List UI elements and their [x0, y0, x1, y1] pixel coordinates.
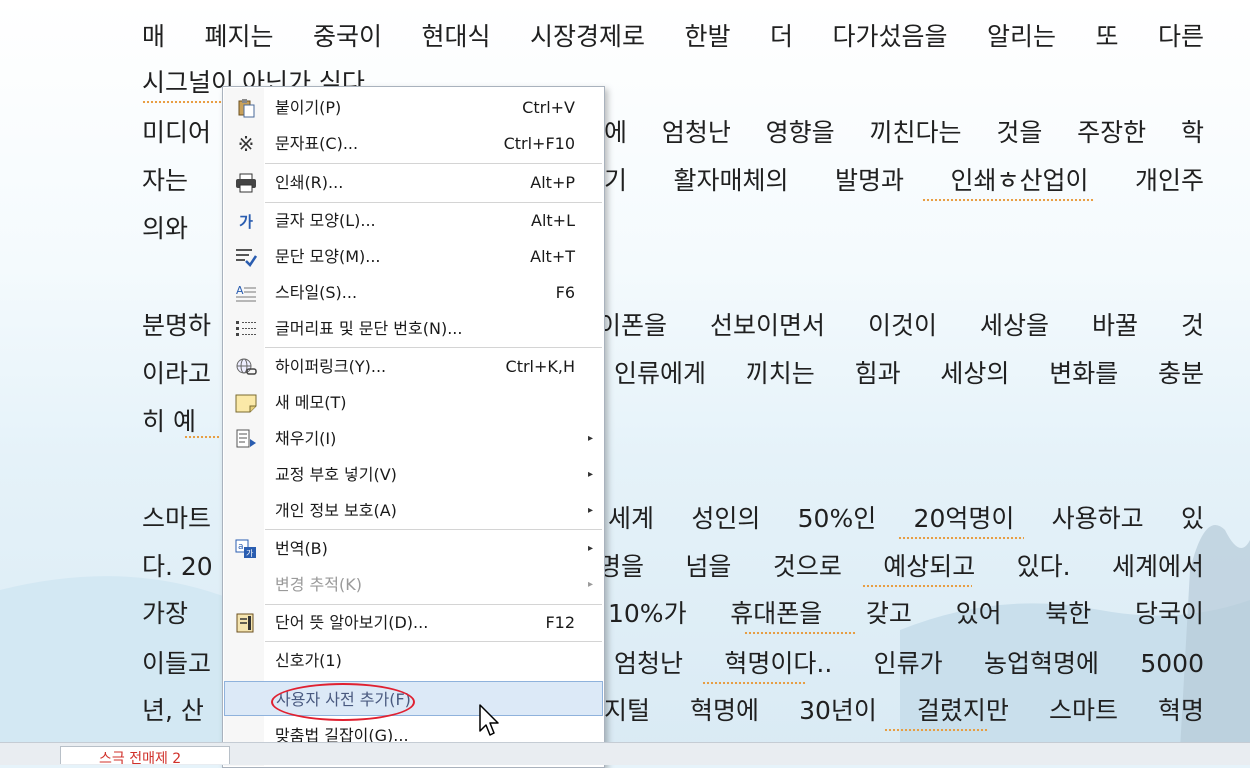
doc-line: 세계 성인의 50%인 20억명이 사용하고 있	[608, 504, 1204, 533]
doc-line: 에 엄청난 영향을 끼친다는 것을 주장한 학	[604, 118, 1204, 147]
char-shape-icon: 가	[239, 212, 253, 231]
menu-item-label: 문단 모양(M)...	[275, 247, 381, 266]
menu-item-privacy[interactable]: 개인 정보 보호(A) ▸	[224, 493, 603, 528]
menu-item-char-shape[interactable]: 가 글자 모양(L)... Alt+L	[224, 203, 603, 238]
style-icon: A	[234, 282, 258, 304]
menu-item-shortcut: Alt+T	[530, 247, 575, 266]
spelling-underline	[184, 436, 220, 439]
menu-item-label: 하이퍼링크(Y)...	[275, 357, 387, 376]
submenu-arrow-icon: ▸	[587, 579, 593, 590]
menu-item-shortcut: Alt+L	[531, 211, 575, 230]
menu-item-label: 문자표(C)...	[275, 134, 359, 153]
submenu-arrow-icon: ▸	[587, 505, 593, 516]
dictionary-icon	[234, 612, 258, 634]
doc-line: 스마트	[142, 504, 212, 533]
translate-icon: a가	[234, 538, 258, 560]
menu-item-print[interactable]: 인쇄(R)... Alt+P	[224, 165, 603, 200]
document-tab[interactable]: 스극 전매제 2	[60, 746, 230, 764]
menu-separator	[265, 529, 602, 530]
hyperlink-icon	[234, 356, 258, 378]
menu-item-paste[interactable]: 붙이기(P) Ctrl+V	[224, 90, 603, 125]
document-tab-label: 스극 전매제 2	[99, 751, 182, 764]
menu-item-label: 변경 추적(K)	[275, 575, 362, 594]
submenu-arrow-icon: ▸	[587, 469, 593, 480]
menu-item-para-shape[interactable]: 문단 모양(M)... Alt+T	[224, 239, 603, 274]
doc-line: 이들고	[142, 649, 212, 678]
menu-item-new-memo[interactable]: 새 메모(T)	[224, 385, 603, 420]
doc-line: 매 폐지는 중국이 현대식 시장경제로 한발 더 다가섰음을 알리는 또 다른	[142, 22, 1204, 51]
menu-item-label: 단어 뜻 알아보기(D)...	[275, 613, 429, 632]
svg-text:가: 가	[246, 549, 254, 558]
menu-item-label: 글머리표 및 문단 번호(N)...	[275, 319, 463, 338]
doc-line: 10%가 휴대폰을 갖고 있어 북한 당국이	[608, 599, 1204, 628]
printer-icon	[234, 172, 258, 194]
menu-item-label: 신호가(1)	[275, 651, 342, 670]
menu-item-shortcut: Ctrl+F10	[503, 134, 575, 153]
menu-item-shortcut: F12	[545, 613, 575, 632]
menu-item-shortcut: Ctrl+K,H	[505, 357, 575, 376]
doc-line: 이폰을 선보이면서 이것이 세상을 바꿀 것	[598, 311, 1204, 340]
menu-separator	[265, 347, 602, 348]
menu-item-word-lookup[interactable]: 단어 뜻 알아보기(D)... F12	[224, 605, 603, 640]
doc-line: 지털 혁명에 30년이 걸렸지만 스마트 혁명	[604, 696, 1204, 725]
fill-icon	[234, 428, 258, 450]
spelling-underline	[898, 537, 1024, 540]
symbol-icon: ※	[237, 132, 255, 156]
spelling-underline	[922, 199, 1094, 202]
spelling-underline	[744, 632, 856, 635]
menu-item-label: 글자 모양(L)...	[275, 211, 376, 230]
doc-line: 다. 20	[142, 552, 213, 581]
menu-item-label: 채우기(I)	[275, 429, 337, 448]
menu-item-track-changes: 변경 추적(K) ▸	[224, 567, 603, 602]
memo-icon	[234, 392, 258, 414]
para-shape-icon	[234, 246, 258, 268]
spelling-underline	[884, 729, 988, 732]
menu-item-label: 인쇄(R)...	[275, 173, 344, 192]
doc-line: 분명하	[142, 311, 212, 340]
doc-line: 기 활자매체의 발명과 인쇄ㅎ산업이 개인주	[604, 166, 1204, 195]
doc-line: 자는	[142, 166, 189, 195]
menu-item-bullets[interactable]: 글머리표 및 문단 번호(N)...	[224, 311, 603, 346]
doc-line: 년, 산	[142, 696, 204, 725]
doc-line: 의와	[142, 214, 189, 243]
spelling-underline	[142, 101, 222, 104]
svg-text:a: a	[238, 542, 244, 552]
mouse-cursor-icon	[479, 704, 499, 736]
menu-item-label: 번역(B)	[275, 539, 328, 558]
menu-item-shortcut: Ctrl+V	[522, 98, 575, 117]
doc-line: 엄청난 혁명이다.. 인류가 농업혁명에 5000	[614, 649, 1204, 678]
menu-item-shortcut: F6	[555, 283, 575, 302]
doc-line: 명을 넘을 것으로 예상되고 있다. 세계에서	[598, 552, 1204, 581]
menu-item-label: 개인 정보 보호(A)	[275, 501, 397, 520]
menu-item-label: 새 메모(T)	[275, 393, 347, 412]
menu-item-symbol[interactable]: ※ 문자표(C)... Ctrl+F10	[224, 126, 603, 161]
menu-item-suggestion[interactable]: 신호가(1)	[224, 643, 603, 678]
context-menu: 붙이기(P) Ctrl+V ※ 문자표(C)... Ctrl+F10 인쇄(R)…	[222, 86, 605, 768]
annotation-circle	[271, 683, 415, 721]
doc-line: 인류에게 끼치는 힘과 세상의 변화를 충분	[614, 359, 1204, 388]
menu-item-label: 붙이기(P)	[275, 98, 342, 117]
spelling-underline	[702, 682, 806, 685]
submenu-arrow-icon: ▸	[587, 433, 593, 444]
paste-icon	[234, 97, 258, 119]
svg-text:A: A	[236, 284, 244, 297]
menu-separator	[265, 641, 602, 642]
menu-separator	[265, 163, 602, 164]
bullet-list-icon	[234, 318, 258, 340]
menu-item-label: 교정 부호 넣기(V)	[275, 465, 397, 484]
submenu-arrow-icon: ▸	[587, 543, 593, 554]
doc-line: 미디어	[142, 118, 212, 147]
menu-item-fill[interactable]: 채우기(I) ▸	[224, 421, 603, 456]
doc-line: 이라고	[142, 359, 212, 388]
menu-item-shortcut: Alt+P	[530, 173, 575, 192]
menu-item-style[interactable]: A 스타일(S)... F6	[224, 275, 603, 310]
menu-item-proof-marks[interactable]: 교정 부호 넣기(V) ▸	[224, 457, 603, 492]
doc-line: 가장	[142, 599, 189, 628]
menu-item-label: 스타일(S)...	[275, 283, 358, 302]
menu-item-hyperlink[interactable]: 하이퍼링크(Y)... Ctrl+K,H	[224, 349, 603, 384]
spelling-underline	[862, 585, 972, 588]
menu-item-translate[interactable]: a가 번역(B) ▸	[224, 531, 603, 566]
